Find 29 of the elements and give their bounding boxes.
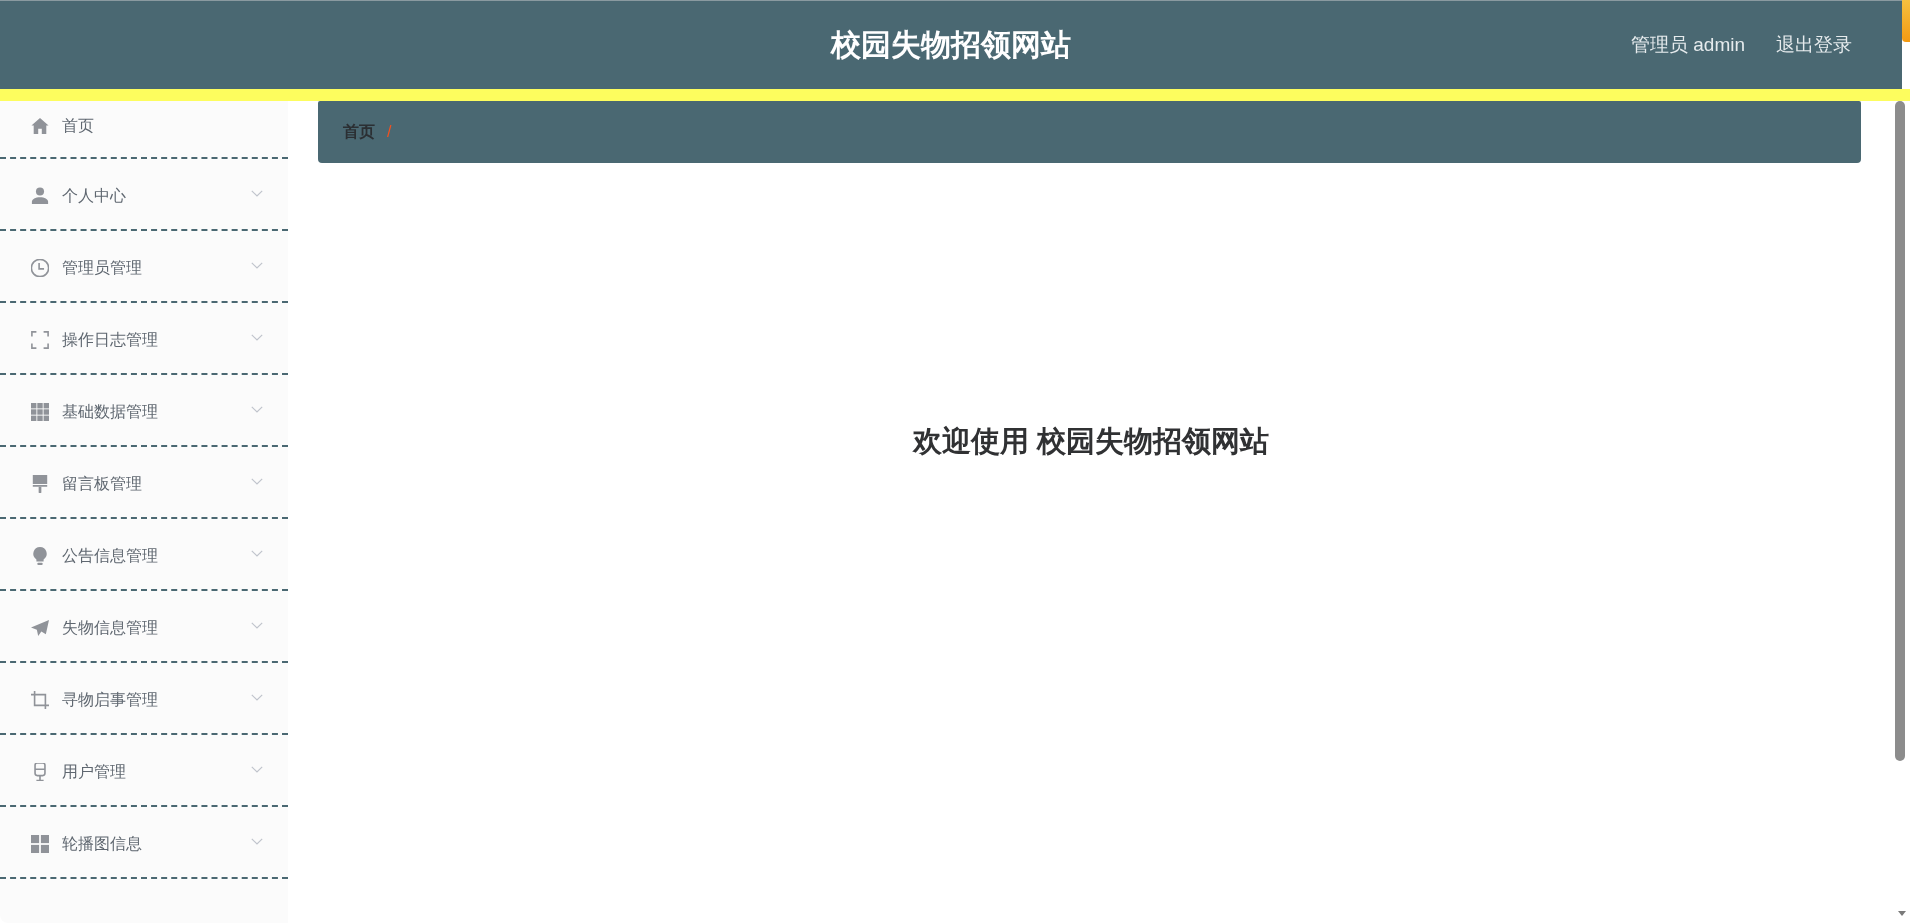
sidebar-item[interactable]: 管理员管理 xyxy=(0,231,288,303)
scroll-down-arrow-icon xyxy=(1898,911,1906,916)
sidebar-item[interactable]: 首页 xyxy=(0,101,288,159)
sidebar-item[interactable]: 操作日志管理 xyxy=(0,303,288,375)
breadcrumb-separator: / xyxy=(387,122,392,142)
sidebar-item[interactable]: 用户管理 xyxy=(0,735,288,807)
paper-plane-icon xyxy=(31,619,49,637)
sidebar-item[interactable]: 失物信息管理 xyxy=(0,591,288,663)
edge-strip xyxy=(1902,0,1910,42)
home-icon xyxy=(31,117,49,135)
four-squares-icon xyxy=(31,835,49,853)
sidebar-item[interactable]: 个人中心 xyxy=(0,159,288,231)
sidebar-item[interactable]: 基础数据管理 xyxy=(0,375,288,447)
microphone-icon xyxy=(31,763,49,781)
lightbulb-icon xyxy=(31,547,49,565)
sidebar-item[interactable]: 公告信息管理 xyxy=(0,519,288,591)
welcome-heading: 欢迎使用 校园失物招领网站 xyxy=(912,424,1270,459)
logout-link[interactable]: 退出登录 xyxy=(1776,32,1852,58)
site-title: 校园失物招领网站 xyxy=(831,27,1071,63)
clock-icon xyxy=(31,259,49,277)
user-icon xyxy=(31,187,49,205)
corner-brackets-icon xyxy=(31,331,49,349)
sidebar-item[interactable]: 留言板管理 xyxy=(0,447,288,519)
user-label: 管理员 admin xyxy=(1630,33,1745,57)
sidebar-item[interactable]: 寻物启事管理 xyxy=(0,663,288,735)
brush-icon xyxy=(31,475,49,493)
sidebar-item[interactable]: 轮播图信息 xyxy=(0,807,288,879)
crop-icon xyxy=(31,691,49,709)
grid-icon xyxy=(31,403,49,421)
